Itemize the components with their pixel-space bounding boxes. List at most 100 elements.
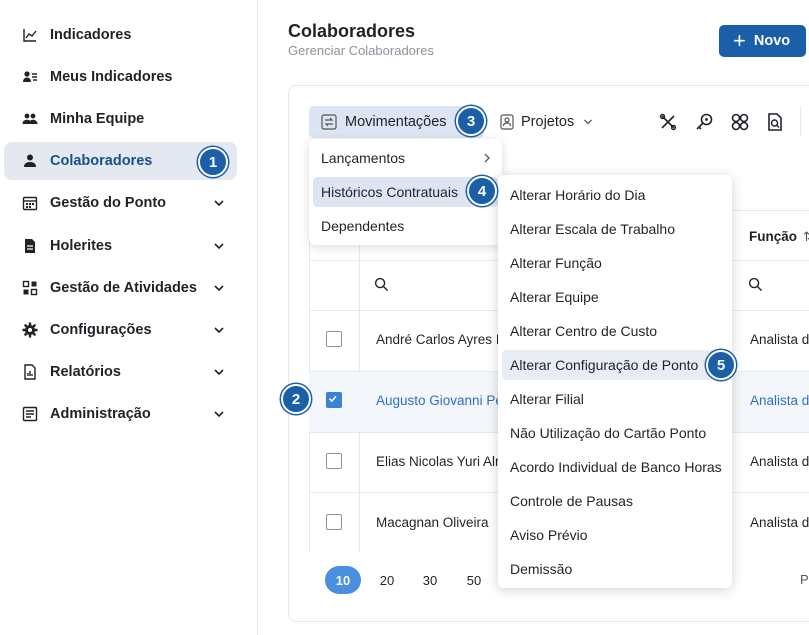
sidebar: Indicadores Meus Indicadores Minha Equip…: [0, 0, 258, 635]
menu-item-alterar-horario[interactable]: Alterar Horário do Dia: [502, 180, 728, 210]
sidebar-item-relatorios[interactable]: Relatórios: [4, 353, 237, 391]
menu-item-label: Alterar Escala de Trabalho: [510, 221, 675, 237]
sidebar-item-label: Gestão de Atividades: [50, 280, 197, 296]
menu-item-label: Aviso Prévio: [510, 527, 588, 543]
users-icon: [22, 113, 38, 124]
menu-item-label: Alterar Configuração de Ponto: [510, 357, 699, 373]
menu-item-alterar-escala[interactable]: Alterar Escala de Trabalho: [502, 214, 728, 244]
menu-item-nao-utilizacao-cartao[interactable]: Não Utilização do Cartão Ponto: [502, 418, 728, 448]
column-header-funcao[interactable]: Função: [749, 229, 797, 244]
menu-item-alterar-funcao[interactable]: Alterar Função: [502, 248, 728, 278]
cell-funcao: Analista d: [750, 454, 809, 469]
step-badge-3: 3: [456, 106, 486, 136]
cell-funcao: Analista d: [750, 393, 809, 408]
sidebar-item-label: Administração: [50, 406, 151, 422]
sidebar-item-configuracoes[interactable]: Configurações: [4, 311, 237, 349]
cell-name: Macagnan Oliveira: [376, 515, 489, 530]
menu-item-label: Controle de Pausas: [510, 493, 633, 509]
menu-item-lancamentos[interactable]: Lançamentos: [313, 143, 498, 173]
sidebar-item-label: Colaboradores: [50, 153, 153, 169]
sidebar-item-minha-equipe[interactable]: Minha Equipe: [4, 100, 237, 138]
menu-item-dependentes[interactable]: Dependentes: [313, 211, 498, 241]
menu-item-label: Não Utilização do Cartão Ponto: [510, 425, 707, 441]
sidebar-item-administracao[interactable]: Administração: [4, 395, 237, 433]
chevron-down-icon: [214, 411, 224, 418]
cell-funcao: Analista d: [750, 515, 809, 530]
menu-item-label: Demissão: [510, 561, 573, 577]
row-checkbox[interactable]: [326, 331, 342, 347]
page-size-20[interactable]: 20: [369, 566, 405, 594]
projetos-label: Projetos: [521, 114, 575, 130]
menu-item-alterar-filial[interactable]: Alterar Filial: [502, 384, 728, 414]
menu-item-aviso-previo[interactable]: Aviso Prévio: [502, 520, 728, 550]
menu-item-label: Alterar Filial: [510, 391, 584, 407]
menu-item-label: Dependentes: [321, 218, 405, 234]
menu-item-alterar-equipe[interactable]: Alterar Equipe: [502, 282, 728, 312]
user-list-icon: [23, 71, 37, 82]
check-icon: [328, 395, 337, 403]
toolbar-divider: [800, 106, 801, 136]
search-icon[interactable]: [748, 277, 763, 292]
tools-icon[interactable]: [658, 112, 678, 132]
page-subtitle: Gerenciar Colaboradores: [288, 43, 434, 58]
projetos-button[interactable]: Projetos: [497, 106, 602, 138]
chevron-right-icon: [484, 153, 490, 163]
menu-item-alterar-centro-custo[interactable]: Alterar Centro de Custo: [502, 316, 728, 346]
chevron-down-icon: [214, 243, 224, 250]
row-checkbox[interactable]: [326, 392, 342, 408]
menu-item-alterar-configuracao-ponto[interactable]: Alterar Configuração de Ponto: [502, 350, 728, 380]
line-chart-icon: [23, 29, 37, 42]
sidebar-item-label: Gestão do Ponto: [50, 195, 166, 211]
step-badge-1: 1: [198, 147, 228, 177]
step-badge-4: 4: [467, 176, 497, 206]
row-checkbox[interactable]: [326, 453, 342, 469]
plus-icon: +: [733, 28, 746, 53]
menu-item-label: Históricos Contratuais: [321, 184, 458, 200]
chevron-down-icon: [214, 200, 224, 207]
gear-icon: [22, 322, 38, 338]
search-icon[interactable]: [374, 277, 389, 292]
calendar-icon: [22, 196, 38, 211]
transfer-icon: [321, 114, 337, 130]
menu-item-label: Acordo Individual de Banco Horas: [510, 459, 722, 475]
grid-icon: [22, 280, 38, 296]
sidebar-item-label: Holerites: [50, 238, 113, 254]
user-icon: [24, 154, 36, 167]
chevron-down-icon: [214, 327, 224, 334]
row-checkbox[interactable]: [326, 514, 342, 530]
page-size-50[interactable]: 50: [456, 566, 492, 594]
sidebar-item-gestao-do-ponto[interactable]: Gestão do Ponto: [4, 184, 237, 222]
chevron-down-icon: [214, 369, 224, 376]
sidebar-item-gestao-de-atividades[interactable]: Gestão de Atividades: [4, 269, 237, 307]
chevron-down-icon: [584, 119, 592, 125]
cell-name: André Carlos Ayres I: [376, 332, 500, 347]
admin-icon: [22, 406, 38, 422]
sidebar-item-label: Minha Equipe: [50, 111, 145, 127]
menu-item-label: Alterar Função: [510, 255, 602, 271]
cell-name: Elias Nicolas Yuri Alr: [376, 454, 500, 469]
new-button[interactable]: + Novo: [719, 25, 806, 57]
cell-name[interactable]: Augusto Giovanni Pe: [376, 393, 503, 408]
menu-item-demissao[interactable]: Demissão: [502, 554, 728, 584]
sort-icon[interactable]: ⇅: [803, 229, 809, 245]
menu-item-controle-pausas[interactable]: Controle de Pausas: [502, 486, 728, 516]
key-icon[interactable]: [694, 112, 714, 132]
project-icon: [500, 114, 514, 130]
page-size-10[interactable]: 10: [325, 566, 361, 594]
sidebar-item-indicadores[interactable]: Indicadores: [4, 16, 237, 54]
document-icon: [25, 239, 35, 253]
apps-icon[interactable]: [730, 112, 750, 132]
pager-text: P: [800, 572, 809, 587]
movimentacoes-label: Movimentações: [345, 114, 447, 130]
page-size-30[interactable]: 30: [412, 566, 448, 594]
sidebar-item-holerites[interactable]: Holerites: [4, 227, 237, 265]
page-title: Colaboradores: [288, 21, 416, 41]
report-icon: [24, 364, 36, 380]
menu-item-acordo-banco-horas[interactable]: Acordo Individual de Banco Horas: [502, 452, 728, 482]
document-search-icon[interactable]: [765, 112, 785, 132]
sidebar-item-label: Meus Indicadores: [50, 69, 173, 85]
menu-item-label: Lançamentos: [321, 150, 406, 166]
step-badge-2: 2: [281, 384, 311, 414]
cell-funcao: Analista d: [750, 332, 809, 347]
sidebar-item-meus-indicadores[interactable]: Meus Indicadores: [4, 58, 237, 96]
